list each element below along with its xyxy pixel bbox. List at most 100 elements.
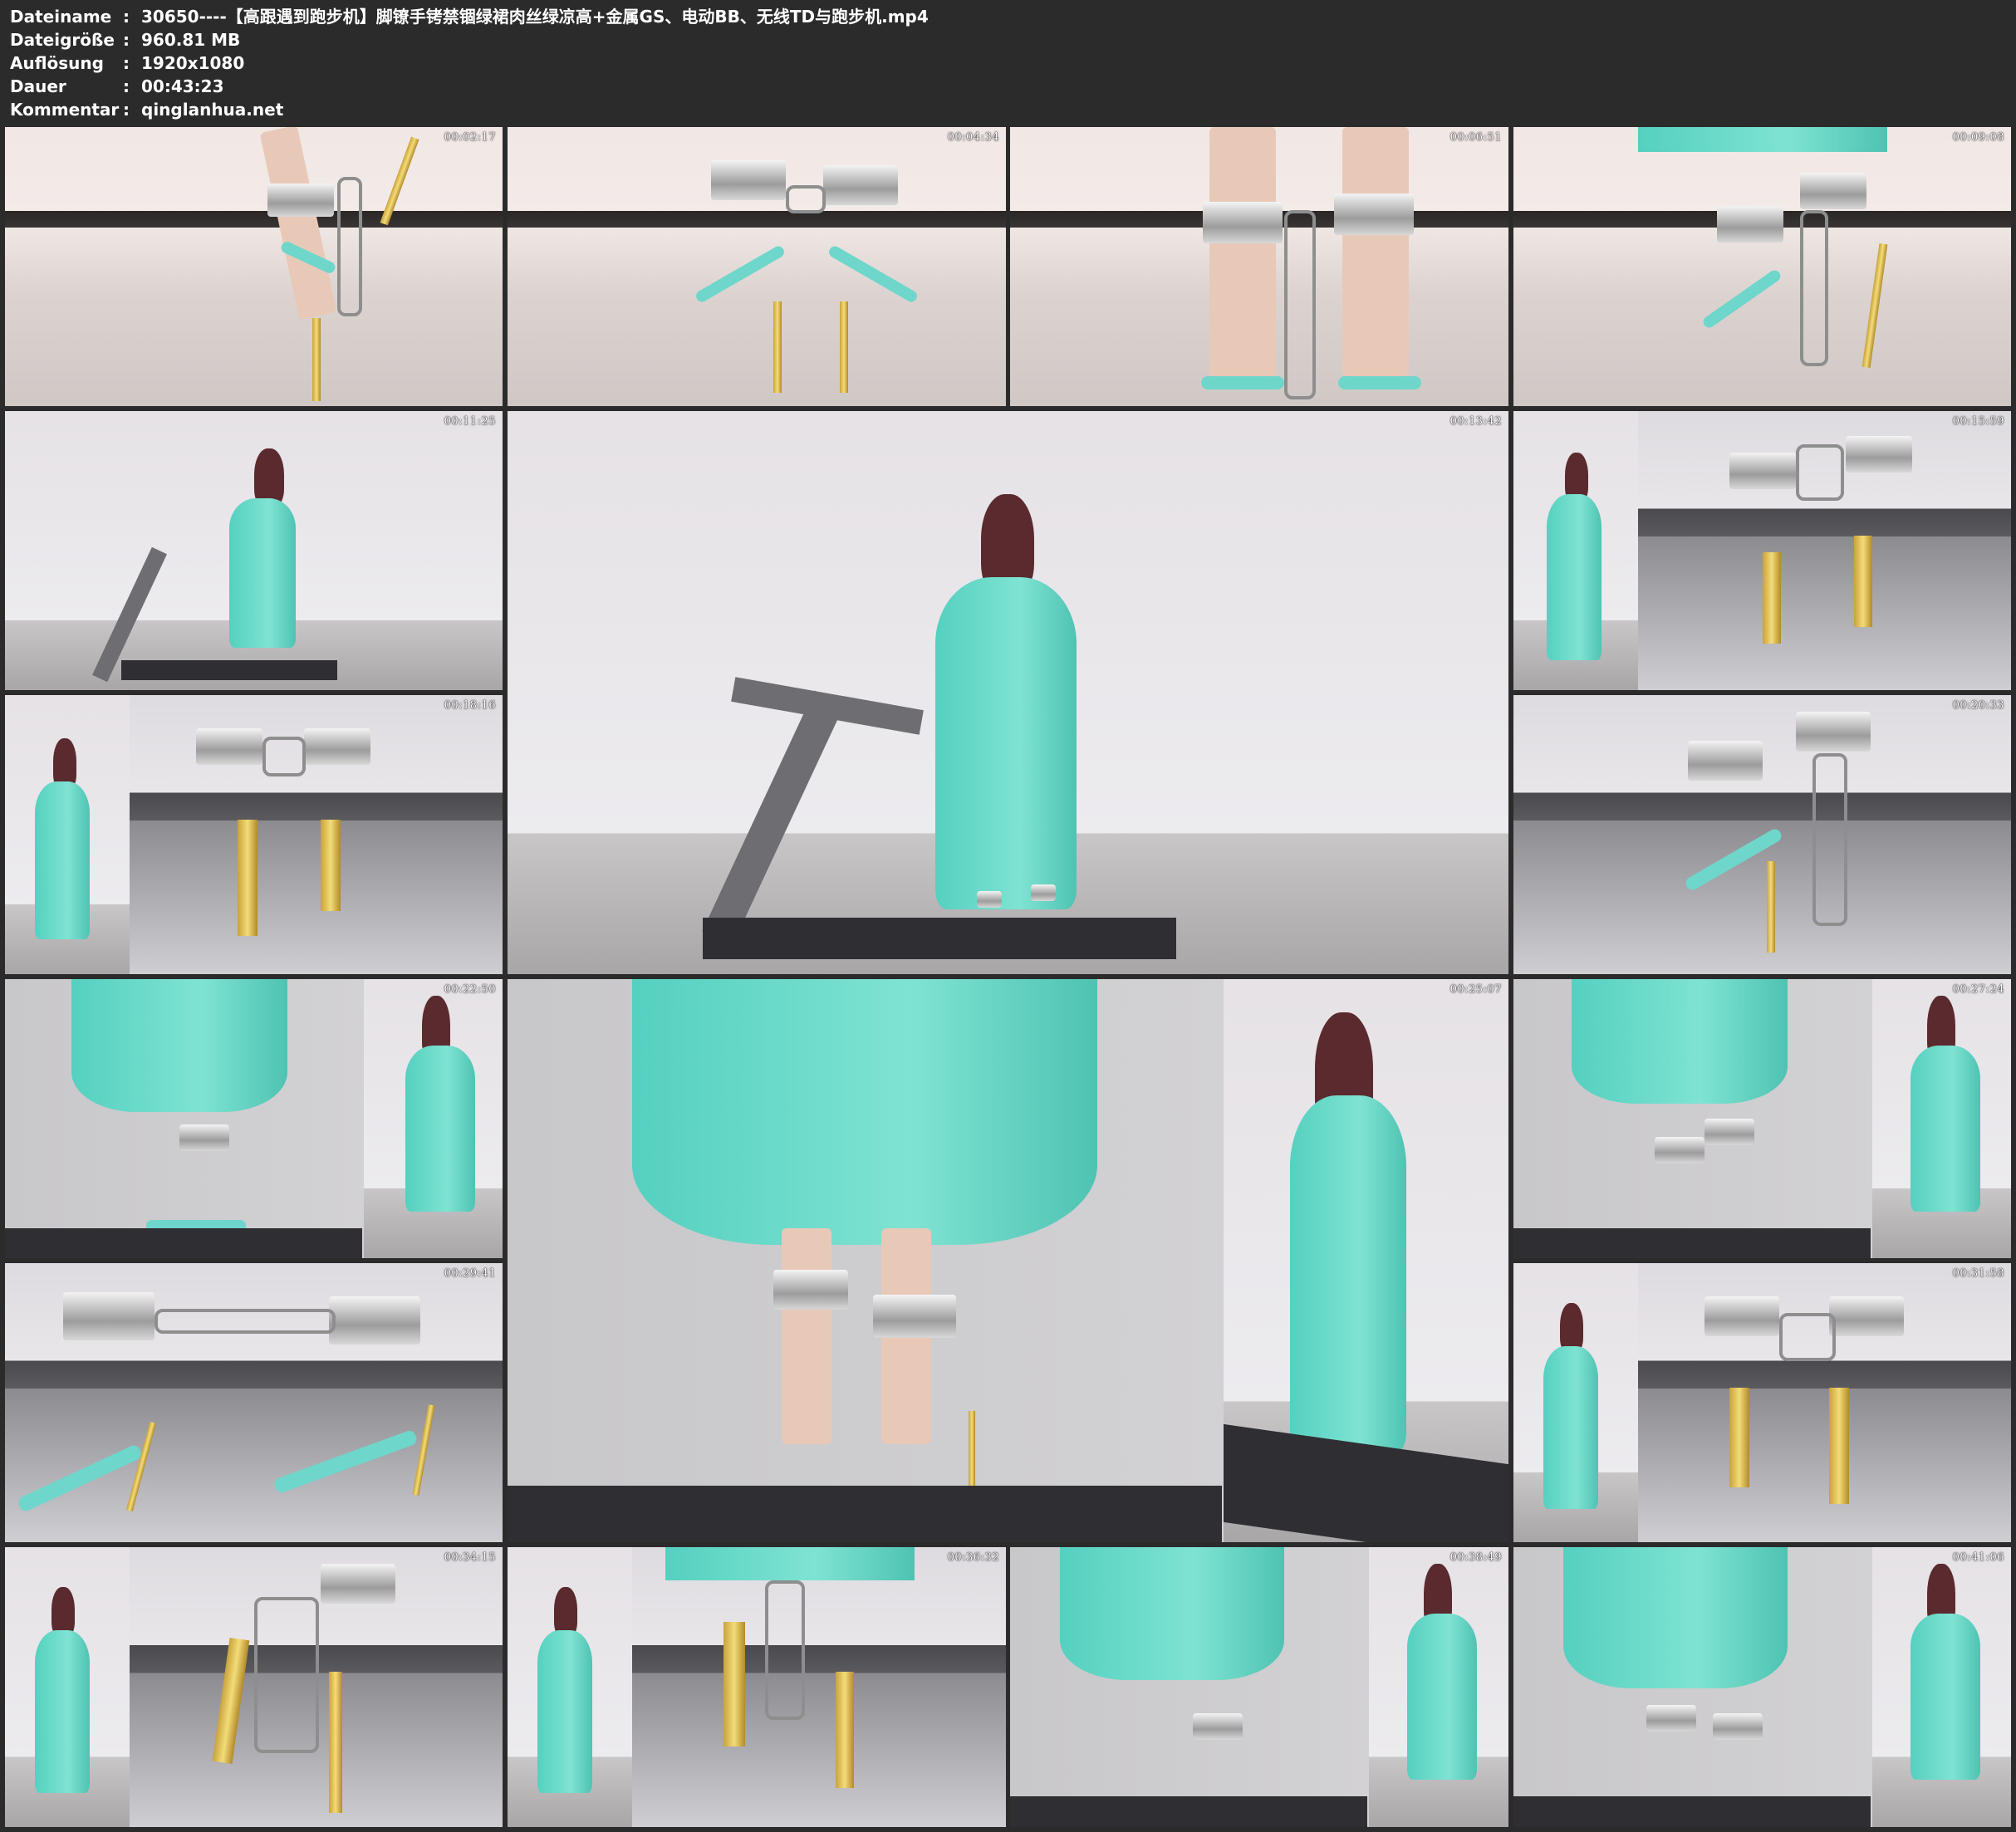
video-thumbnail: 00:09:08 — [1513, 127, 2011, 406]
info-separator: : — [123, 76, 130, 96]
ankle-cuff — [321, 1564, 395, 1604]
treadmill-belt — [121, 660, 337, 680]
video-thumbnail: 00:11:25 — [5, 411, 503, 690]
info-value: qinglanhua.net — [141, 100, 284, 120]
heel — [212, 1638, 250, 1764]
thumbnail-timestamp: 00:13:42 — [1449, 415, 1502, 428]
sandal-strap — [1700, 267, 1783, 331]
leg — [1342, 127, 1409, 376]
ankle-cuff — [977, 891, 1002, 908]
ankle-cuff — [1031, 884, 1056, 901]
ankle-cuff — [823, 165, 898, 205]
video-thumbnail: 00:25:07 — [508, 979, 1508, 1542]
dress — [537, 1630, 592, 1793]
info-key: Dauer — [10, 76, 66, 96]
inset-full-view — [1872, 979, 2011, 1258]
leg — [1209, 127, 1276, 376]
video-thumbnail: 00:27:24 — [1513, 979, 2011, 1258]
hair — [554, 1587, 577, 1637]
ankle-cuff — [196, 728, 262, 765]
dress — [632, 979, 1097, 1245]
info-row-filename: Dateiname : 30650----【高跟遇到跑步机】脚镣手铐禁锢绿裙肉丝… — [10, 5, 929, 28]
dress — [1563, 1547, 1788, 1688]
thumbnail-timestamp: 00:02:17 — [444, 131, 496, 144]
ankle-cuff — [873, 1295, 956, 1338]
dress — [229, 498, 296, 648]
inset-full-view — [1369, 1547, 1508, 1827]
info-separator: : — [123, 7, 130, 27]
heel — [724, 1622, 745, 1746]
ankle-cuff — [63, 1292, 155, 1340]
dress — [935, 577, 1077, 909]
info-value: 1920x1080 — [141, 53, 245, 73]
chain — [1812, 753, 1847, 926]
dress — [665, 1547, 915, 1580]
heel — [312, 318, 321, 401]
dress — [1407, 1614, 1477, 1780]
dress — [1290, 1095, 1406, 1452]
ankle-cuff — [1713, 1713, 1763, 1740]
thumbnail-timestamp: 00:22:50 — [444, 983, 496, 996]
video-thumbnail: 00:18:16 — [5, 695, 503, 974]
info-row-comment: Kommentar : qinglanhua.net — [10, 98, 929, 121]
treadmill-belt — [1010, 1796, 1367, 1827]
heel — [1729, 1388, 1749, 1487]
video-thumbnail: 00:20:33 — [1513, 695, 2011, 974]
video-thumbnail: 00:36:32 — [508, 1547, 1006, 1827]
chain — [155, 1309, 336, 1334]
inset-full-view — [5, 695, 128, 974]
file-info-panel: Dateiname : 30650----【高跟遇到跑步机】脚镣手铐禁锢绿裙肉丝… — [10, 5, 929, 121]
video-thumbnail: 00:31:58 — [1513, 1263, 2011, 1542]
heel — [125, 1421, 157, 1512]
treadmill-belt — [1513, 1796, 1871, 1827]
heel — [1829, 1388, 1849, 1504]
chain — [765, 1580, 805, 1720]
inset-full-view — [1513, 411, 1636, 690]
heel — [380, 136, 419, 226]
ankle-cuff — [304, 728, 370, 765]
thumbnail-timestamp: 00:34:15 — [444, 1551, 496, 1564]
info-separator: : — [123, 100, 130, 120]
ankle-cuff — [179, 1124, 229, 1151]
dress — [1572, 979, 1788, 1104]
chain — [337, 177, 362, 316]
thumbnail-timestamp: 00:41:06 — [1952, 1551, 2004, 1564]
thumbnail-timestamp: 00:27:24 — [1952, 983, 2004, 996]
thumbnail-timestamp: 00:38:49 — [1449, 1551, 1502, 1564]
thumbnail-timestamp: 00:11:25 — [444, 415, 496, 428]
inset-closeup — [632, 1547, 1006, 1827]
hair — [52, 1587, 75, 1637]
inset-closeup — [1010, 1547, 1367, 1827]
ankle-cuff — [1800, 173, 1866, 209]
ankle-cuff — [1717, 206, 1783, 242]
video-thumbnail: 00:38:49 — [1010, 1547, 1508, 1827]
hair — [1560, 1303, 1583, 1353]
video-thumbnail: 00:13:42 — [508, 411, 1508, 974]
info-key: Auflösung — [10, 53, 104, 73]
thumbnail-timestamp: 00:04:34 — [947, 131, 999, 144]
video-thumbnail: 00:06:51 — [1010, 127, 1508, 406]
dress — [1543, 1346, 1598, 1509]
thumbnail-timestamp: 00:25:07 — [1449, 983, 1502, 996]
sandal-strap — [694, 243, 787, 305]
info-separator: : — [123, 53, 130, 73]
heel — [1767, 861, 1775, 953]
dress — [1911, 1046, 1980, 1212]
thumbnail-timestamp: 00:29:41 — [444, 1267, 496, 1280]
heel — [836, 1672, 854, 1788]
dress — [1638, 127, 1887, 152]
video-thumbnail: 00:04:34 — [508, 127, 1006, 406]
thumbnail-timestamp: 00:06:51 — [1449, 131, 1502, 144]
heel — [412, 1404, 435, 1496]
inset-closeup — [1513, 979, 1871, 1258]
sandal-strap — [1201, 376, 1284, 389]
ankle-cuff — [1193, 1713, 1243, 1740]
dress — [1547, 494, 1602, 660]
heel — [1854, 536, 1872, 627]
inset-closeup — [1513, 1547, 1871, 1827]
heel — [1763, 552, 1781, 644]
ankle-cuff — [329, 1296, 420, 1345]
inset-closeup — [1638, 411, 2011, 690]
info-key: Dateiname — [10, 7, 112, 27]
ankle-cuff — [1334, 193, 1414, 235]
